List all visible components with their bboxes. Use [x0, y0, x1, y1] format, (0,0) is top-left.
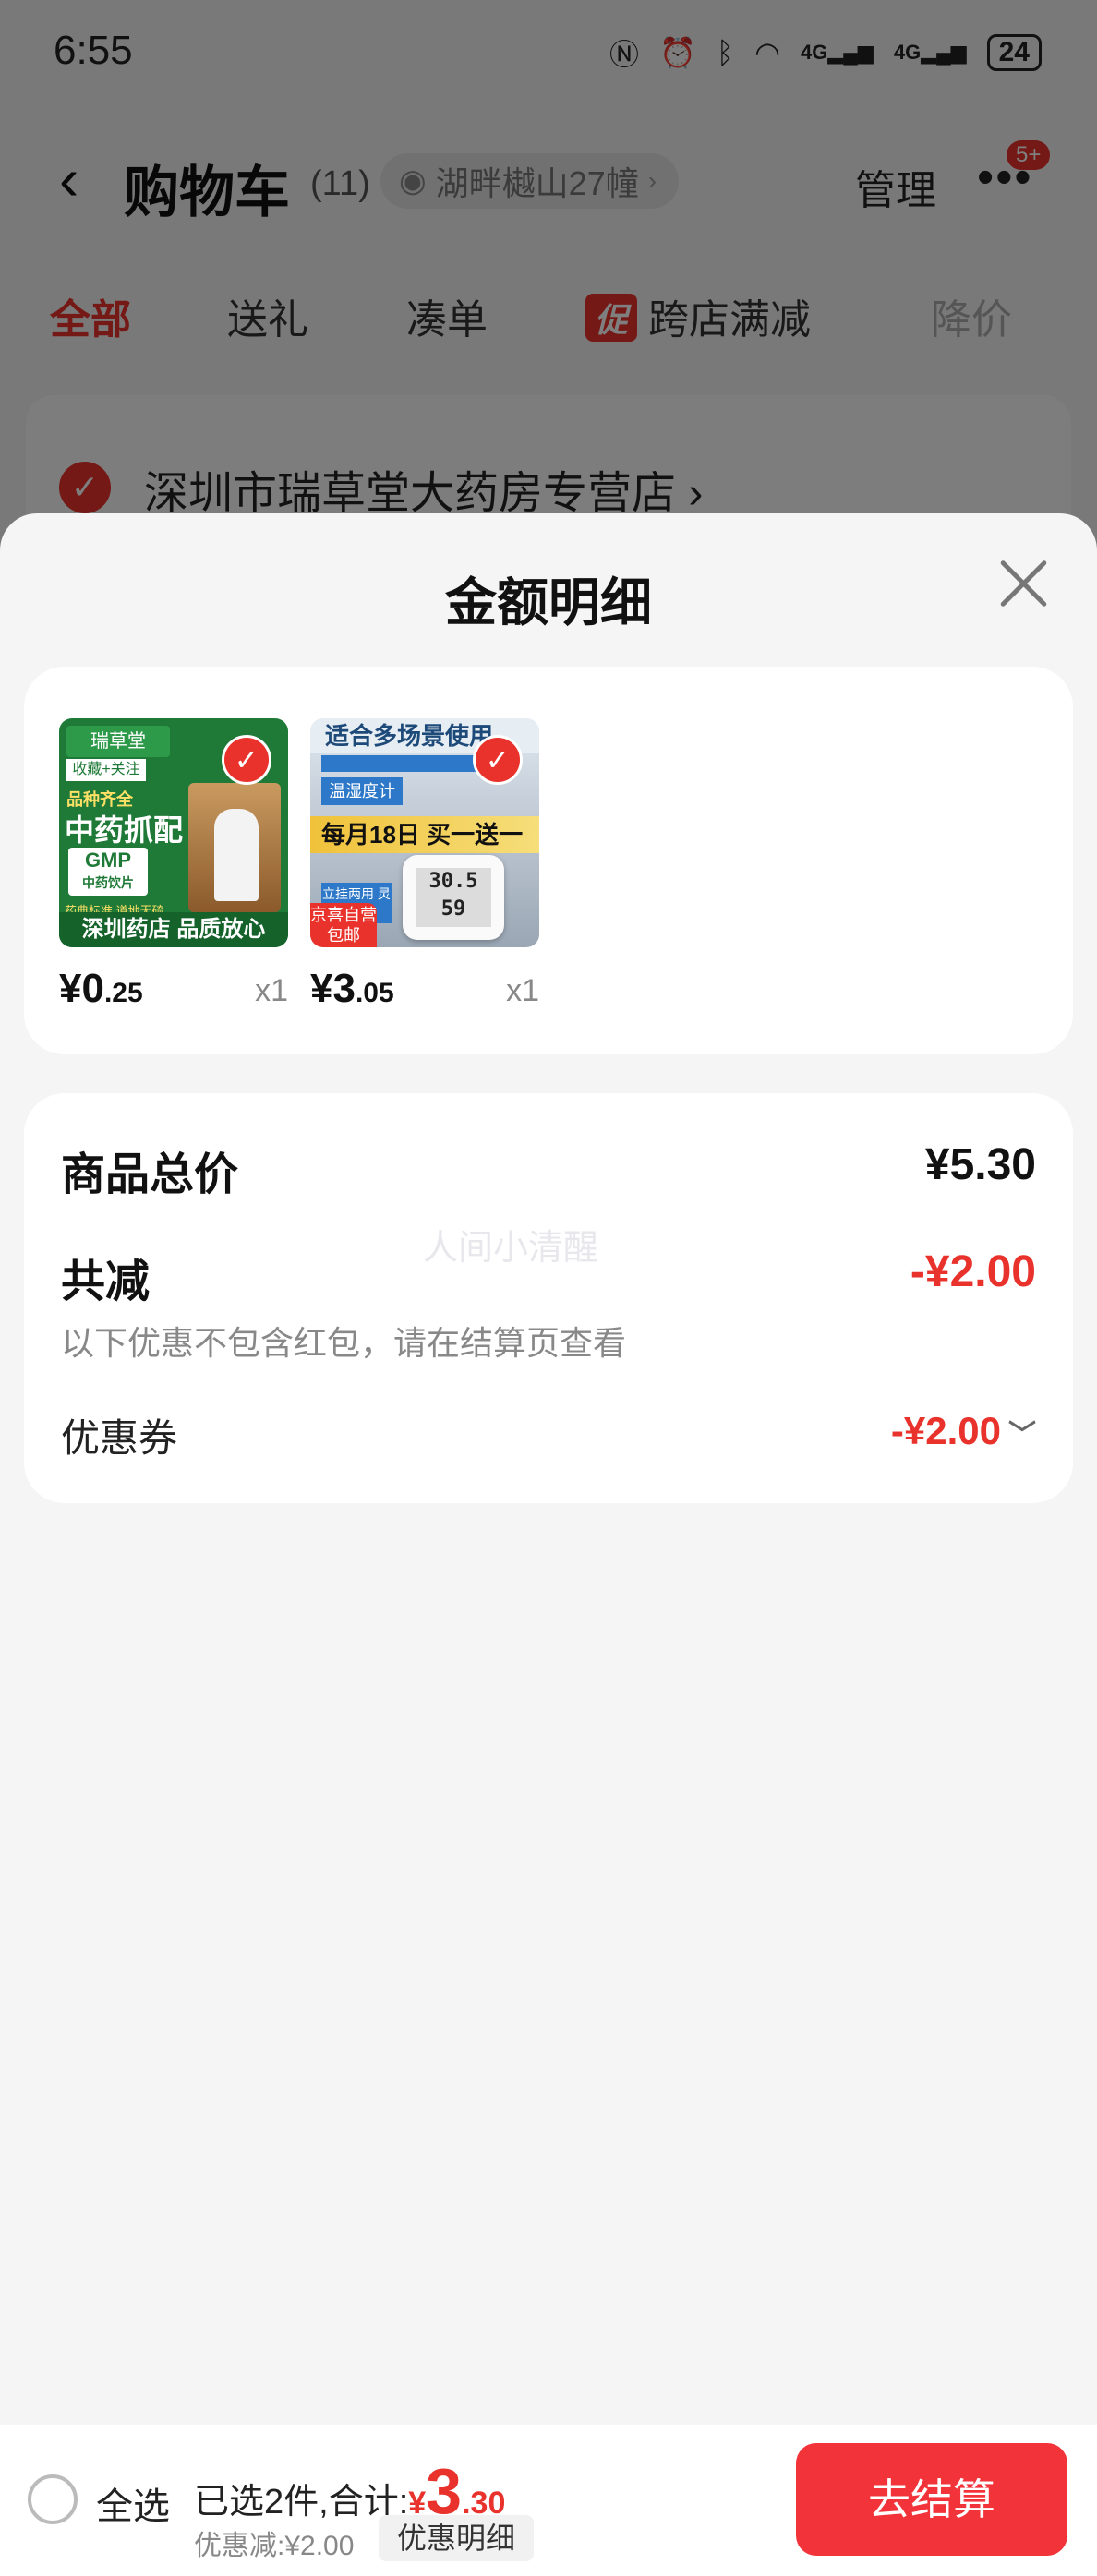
price-currency: ¥: [310, 966, 333, 1011]
watermark: 人间小清醒: [423, 1229, 599, 1268]
select-all-checkbox[interactable]: [28, 2474, 78, 2524]
product-qty: x1: [255, 973, 288, 1008]
product-image-text: 中药抓配: [65, 813, 184, 847]
product-image-band: 深圳药店 品质放心: [59, 912, 288, 947]
thermometer-image: 30.5 59: [403, 855, 504, 940]
shipping-badge: 京喜自营 包邮: [310, 903, 377, 947]
price-int: 0: [81, 966, 104, 1011]
product-price: ¥0.25: [59, 966, 143, 1012]
chevron-down-icon: ﹀: [1008, 1420, 1036, 1451]
product-check-icon[interactable]: ✓: [473, 735, 523, 785]
screen-hum: 59: [440, 897, 466, 921]
close-icon[interactable]: [995, 556, 1051, 611]
pharmacist-image: [188, 783, 281, 912]
gmp-label: GMP: [84, 849, 132, 872]
gmp-badge: GMP 中药饮片: [68, 848, 148, 896]
coupon-label: 优惠券: [61, 1416, 178, 1460]
price-row: ¥3.05 x1: [310, 966, 539, 1021]
price-int: 3: [332, 966, 356, 1011]
thermometer-screen: 30.5 59: [416, 868, 491, 927]
price-summary-card: 商品总价 ¥5.30 人间小清醒 共减 -¥2.00 以下优惠不包含红包，请在结…: [24, 1093, 1073, 1503]
discount-note: 以下优惠不包含红包，请在结算页查看: [61, 1324, 627, 1362]
discount-value: -¥2.00: [910, 1247, 1036, 1296]
sheet-title: 金额明细: [445, 573, 652, 632]
selected-products-card: 瑞草堂 收藏+关注 品种齐全 中药抓配 GMP 中药饮片 药典标准 道地无硫 深圳…: [24, 667, 1073, 1054]
total-value: ¥5.30: [924, 1140, 1036, 1189]
select-all-label[interactable]: 全选: [96, 2476, 170, 2530]
product-qty: x1: [506, 973, 539, 1008]
price-dec: .25: [103, 978, 143, 1008]
product-image-text: 收藏+关注: [66, 759, 146, 781]
product-price: ¥3.05: [310, 966, 394, 1012]
discount-label: 共减: [61, 1258, 151, 1306]
discount-detail-button[interactable]: 优惠明细: [379, 2515, 535, 2561]
product-check-icon[interactable]: ✓: [222, 735, 271, 785]
coupon-amount: -¥2.00: [890, 1409, 1001, 1452]
product-image-promo: 每月18日 买一送一: [310, 816, 539, 853]
gmp-sub-label: 中药饮片: [82, 875, 134, 890]
screen-temp: 30.5: [428, 870, 478, 893]
amount-detail-sheet: 金额明细 瑞草堂 收藏+关注 品种齐全 中药抓配 GMP 中药饮片 药典标准 道地…: [0, 513, 1097, 2425]
price-currency: ¥: [59, 966, 82, 1011]
price-dec: .05: [355, 978, 394, 1008]
checkout-bar: 全选 已选2件,合计:¥3.30 优惠减:¥2.00 优惠明细 去结算: [0, 2425, 1097, 2576]
selection-prefix: 已选2件,合计:: [194, 2483, 409, 2522]
product-logo: 瑞草堂: [66, 726, 170, 757]
discount-summary: 优惠减:¥2.00: [194, 2531, 355, 2561]
checkout-button[interactable]: 去结算: [796, 2443, 1067, 2556]
price-row: ¥0.25 x1: [59, 966, 288, 1021]
coupon-value[interactable]: -¥2.00 ﹀: [891, 1409, 1036, 1453]
product-image-text: 温湿度计: [321, 777, 403, 805]
total-label: 商品总价: [61, 1150, 239, 1199]
